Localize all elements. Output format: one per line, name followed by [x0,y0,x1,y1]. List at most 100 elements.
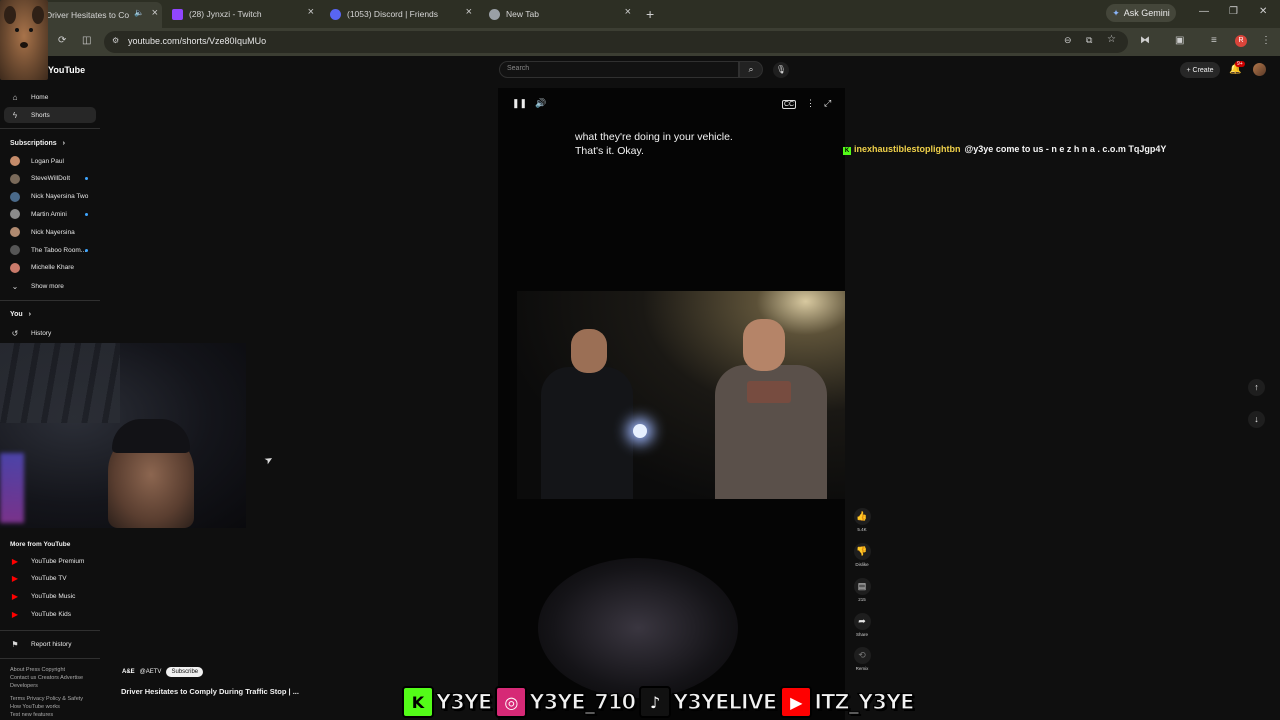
new-tab-button[interactable]: + [646,6,654,22]
share-icon: ➦ [853,613,871,630]
tab-discord[interactable]: (1053) Discord | Friends × [330,4,476,24]
sidebar-item-report-history[interactable]: ⚑ Report history [10,636,96,652]
share-button[interactable]: ➦ Share [853,613,871,637]
channel-handle[interactable]: @AETV [140,669,162,675]
pause-icon[interactable]: ❚❚ [512,98,527,109]
notifications-bell-icon[interactable]: 🔔 9+ [1229,61,1245,75]
social-handle-text: Y3YE_710 [529,689,637,714]
sidebar-subscription-item[interactable]: The Taboo Room... [10,242,96,258]
footer-links[interactable]: Contact us Creators Advertise [10,674,83,682]
instagram-icon: ◎ [495,686,528,718]
sidebar-subscription-item[interactable]: Nick Nayersina Two [10,189,96,205]
like-button[interactable]: 👍 5.4K [853,508,871,532]
you-heading[interactable]: You › [10,311,31,318]
footer-links[interactable]: How YouTube works [10,703,60,711]
browser-profile-avatar[interactable]: R [1235,35,1247,47]
footer-links[interactable]: Terms Privacy Policy & Safety [10,695,83,703]
kick-badge-icon: K [843,147,851,155]
ask-gemini-button[interactable]: ✦ Ask Gemini [1106,4,1176,22]
mouse-cursor-icon: ➤ [262,453,276,468]
social-handle-text: Y3YE [435,689,493,714]
reload-icon[interactable]: ⟳ [58,35,66,46]
social-handle: K Y3YE [402,686,493,718]
product-label: YouTube Kids [31,610,71,618]
sidebar-subscription-item[interactable]: SteveWillDoIt [10,171,96,187]
tab-title: (1053) Discord | Friends [347,9,439,19]
media-controls-icon[interactable]: ≡ [1211,35,1217,46]
footer-links[interactable]: Test new features [10,711,53,719]
channel-avatar [10,191,20,202]
subscriptions-heading[interactable]: Subscriptions › [10,140,65,147]
comments-button[interactable]: ▤ 215 [853,578,871,602]
sidebar-youtube-product-item[interactable]: ▶ YouTube TV [10,571,96,587]
discord-icon [330,8,341,20]
next-short-arrow-down-icon[interactable]: ↓ [1248,411,1265,428]
subscription-label: Nick Nayersina Two [31,193,89,201]
reading-list-icon[interactable]: ▣ [1175,35,1184,46]
shorts-video-player[interactable]: what they're doing in your vehicle. That… [498,88,845,720]
video-title[interactable]: Driver Hesitates to Comply During Traffi… [121,687,299,696]
previous-short-arrow-up-icon[interactable]: ↑ [1248,379,1265,396]
sidebar-item-history[interactable]: ↺ History [10,325,96,341]
tab-close-icon[interactable]: × [466,6,472,18]
browser-menu-icon[interactable]: ⋮ [1261,35,1271,46]
tab-audio-icon[interactable]: 🔈 [134,8,144,17]
zoom-icon[interactable]: ⊖ [1064,35,1072,46]
bookmark-star-icon[interactable]: ☆ [1107,34,1116,45]
footer-links[interactable]: About Press Copyright [10,666,65,674]
youtube-product-icon: ▶ [11,609,19,619]
browser-tab-bar: Driver Hesitates to Co 🔈 × (28) Jynxzi -… [0,0,1280,28]
dislike-button[interactable]: 👎 Dislike [853,543,871,567]
channel-avatar[interactable]: A&E [122,669,135,675]
captions-icon[interactable]: CC [782,100,797,109]
tab-close-icon[interactable]: × [625,6,631,18]
address-bar[interactable]: ⚙ youtube.com/shorts/Vze80IquMUo ⊖ ⧉ ☆ [104,31,1128,53]
video-caption: what they're doing in your vehicle. That… [575,130,733,158]
search-placeholder: Search [507,65,530,72]
minimize-icon[interactable]: — [1199,6,1209,17]
live-indicator-dot [85,212,88,216]
twitch-icon [172,8,183,20]
sidebar-subscription-item[interactable]: Michelle Khare [10,260,96,276]
channel-avatar [10,209,20,220]
show-more-label: Show more [31,282,64,290]
subscription-label: The Taboo Room... [31,246,87,254]
tab-close-icon[interactable]: × [152,7,158,19]
side-panel-icon[interactable]: ◫ [82,35,91,46]
microphone-icon[interactable]: 🎙 [773,62,789,78]
sidebar-youtube-product-item[interactable]: ▶ YouTube Music [10,589,96,605]
remix-button[interactable]: ⟲ Remix [853,647,871,671]
sidebar-item-shorts[interactable]: ϟ Shorts [4,107,96,123]
search-input[interactable]: Search [499,61,739,78]
channel-avatar [10,156,20,166]
sidebar-divider [0,300,100,301]
sidebar-subscription-item[interactable]: Martin Amini [10,206,96,222]
site-info-icon[interactable]: ⚙ [112,36,119,45]
restore-icon[interactable]: ❐ [1229,6,1238,17]
sidebar-youtube-product-item[interactable]: ▶ YouTube Kids [10,606,96,622]
tab-twitch[interactable]: (28) Jynxzi - Twitch × [172,4,318,24]
sidebar-youtube-product-item[interactable]: ▶ YouTube Premium [10,553,96,569]
sidebar-subscription-item[interactable]: Logan Paul [10,153,96,169]
tab-new-tab[interactable]: New Tab × [489,4,635,24]
more-options-icon[interactable]: ⋮ [806,98,815,109]
volume-icon[interactable]: 🔊 [535,98,546,109]
tab-youtube-short[interactable]: Driver Hesitates to Co 🔈 × [40,2,162,28]
sidebar-subscription-item[interactable]: Nick Nayersina [10,224,96,240]
subscribe-button[interactable]: Subscribe [166,667,204,677]
youtube-logo[interactable]: YouTube [48,65,85,75]
account-avatar[interactable] [1253,63,1266,76]
tab-close-icon[interactable]: × [308,6,314,18]
window-close-icon[interactable]: ✕ [1259,6,1267,17]
fullscreen-icon[interactable]: ⤢ [824,98,831,109]
create-button[interactable]: + Create [1180,62,1220,78]
footer-links[interactable]: Developers [10,682,38,690]
sidebar-item-home[interactable]: ⌂ Home [10,89,96,105]
search-icon[interactable]: ⌕ [739,61,763,78]
channel-row: A&E @AETV Subscribe [122,667,204,677]
show-more-button[interactable]: ⌄ Show more [10,278,96,294]
cast-icon[interactable]: ⧉ [1086,35,1092,46]
live-indicator-dot [85,248,88,252]
youtube-icon: ▶ [780,686,813,718]
extensions-icon[interactable]: ⧓ [1140,35,1150,46]
